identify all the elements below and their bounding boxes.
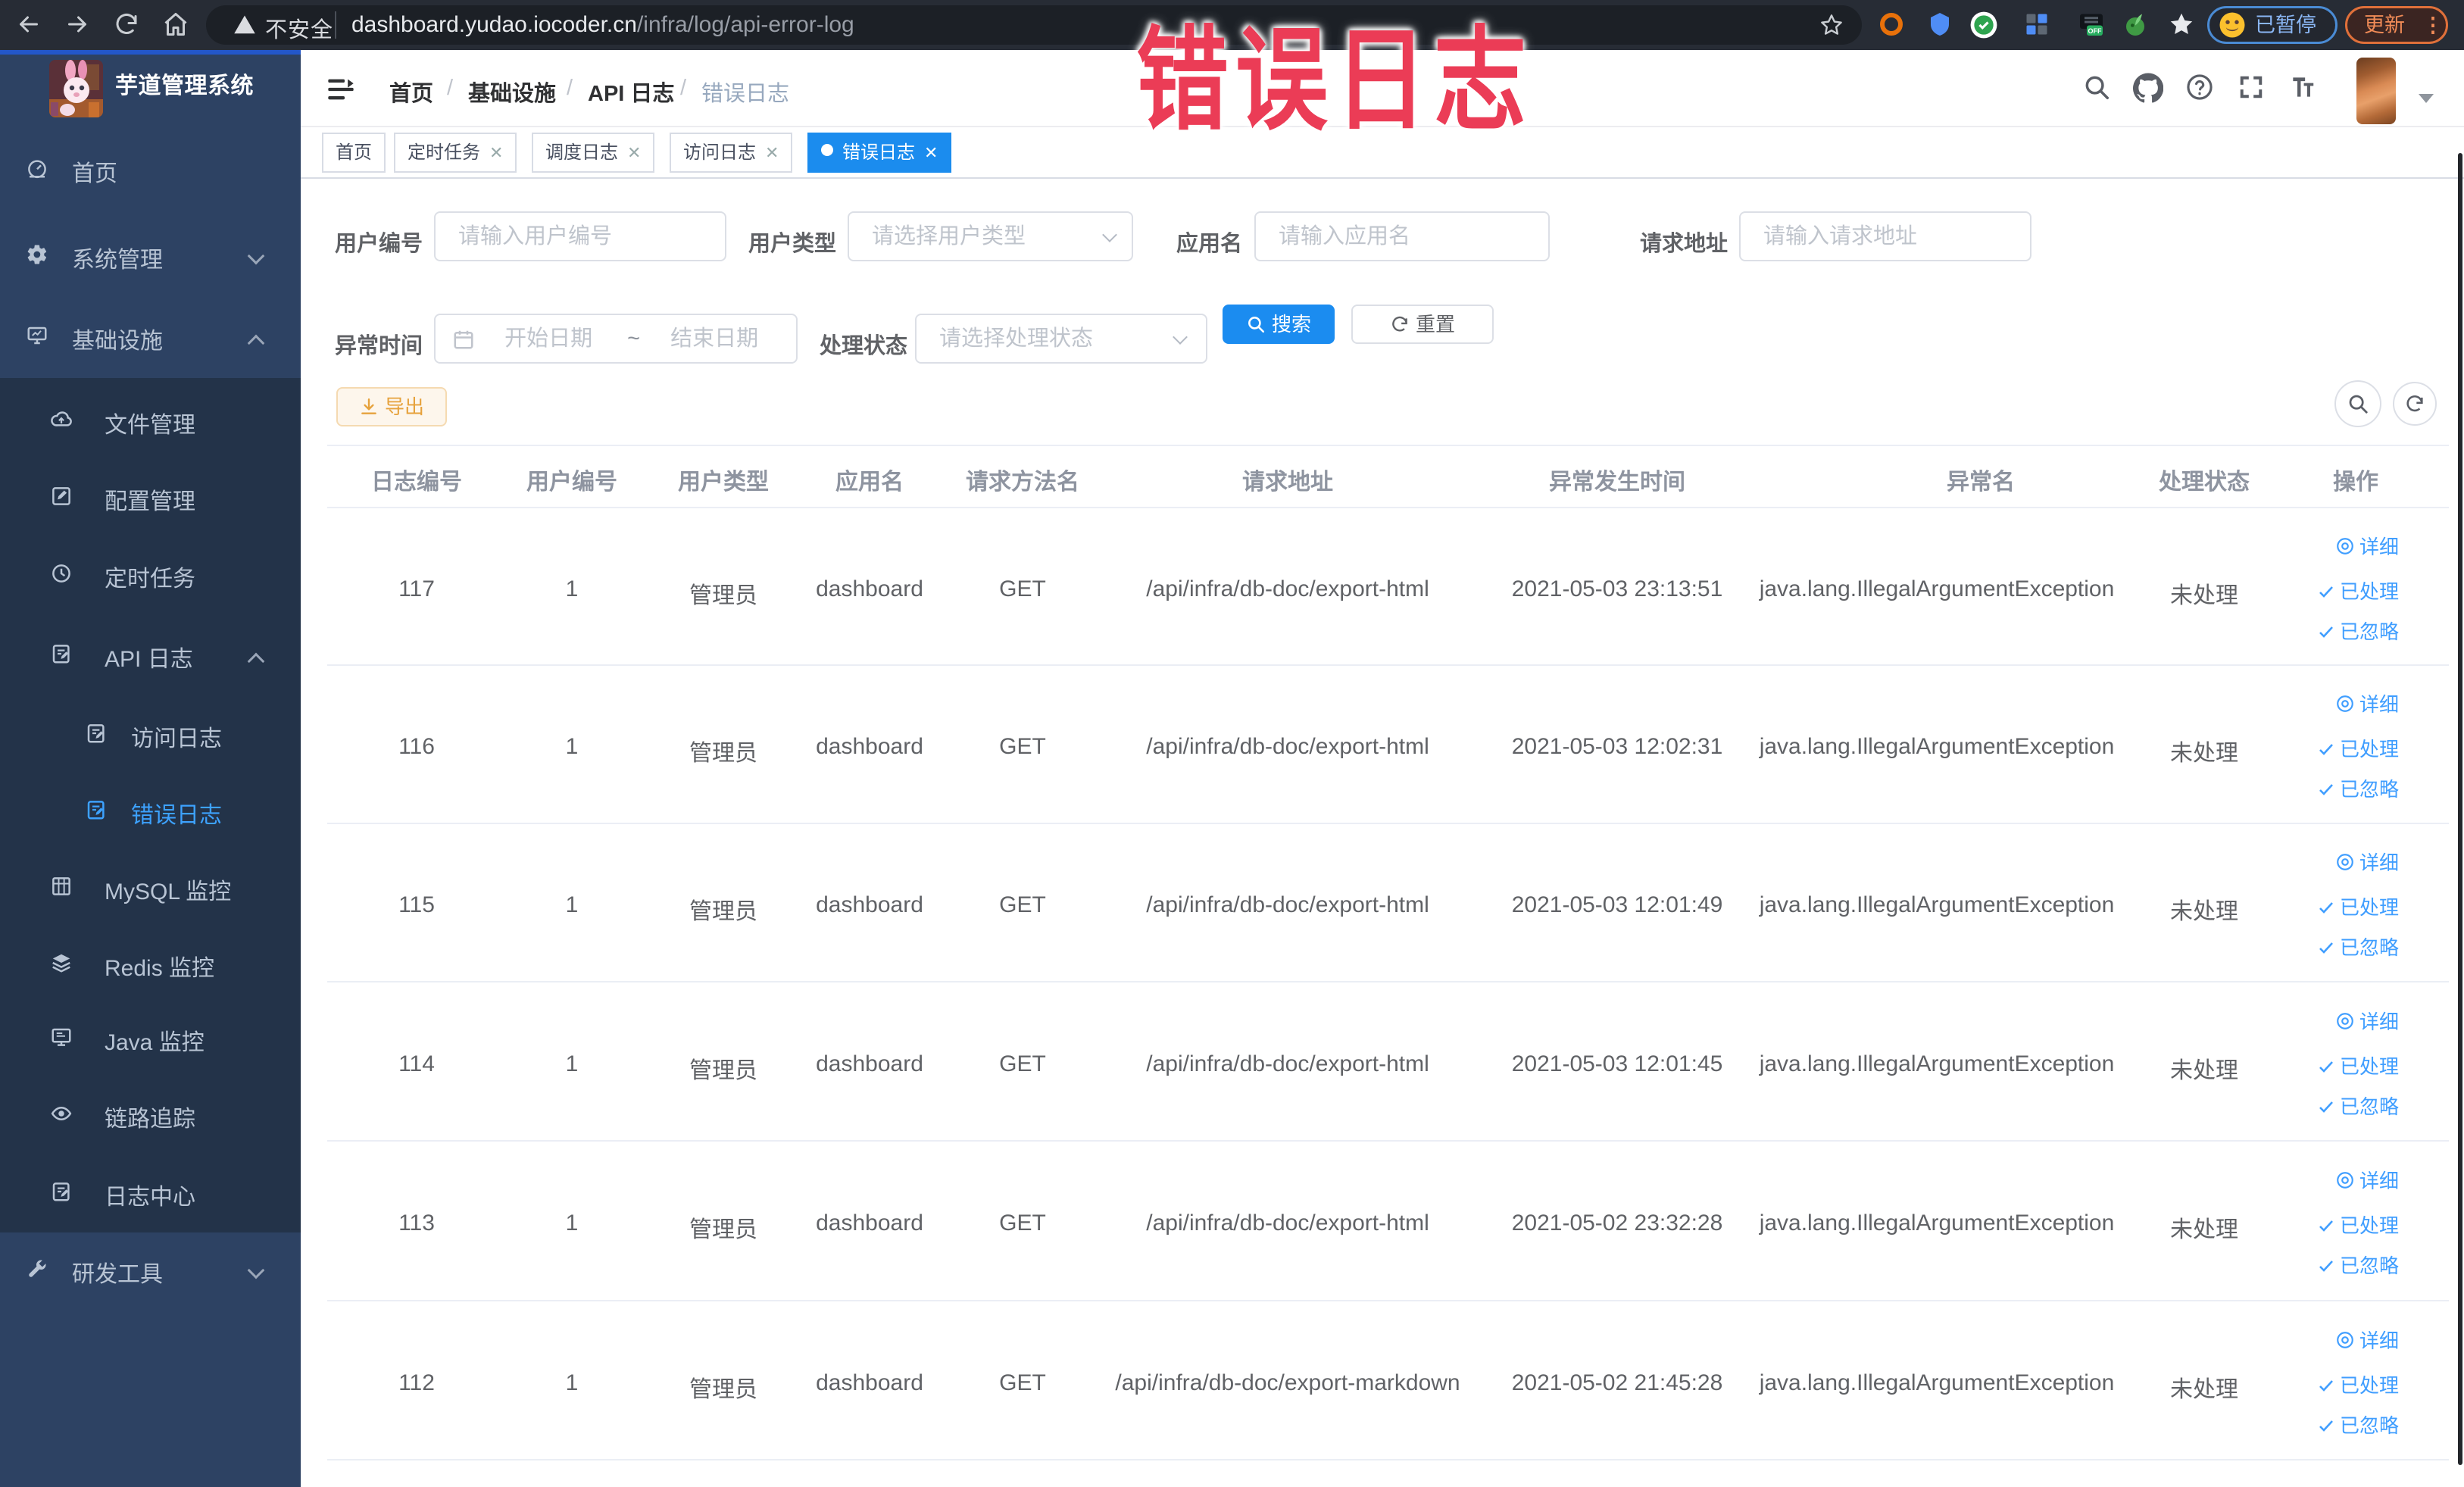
svg-text:OFF: OFF: [2088, 27, 2102, 35]
